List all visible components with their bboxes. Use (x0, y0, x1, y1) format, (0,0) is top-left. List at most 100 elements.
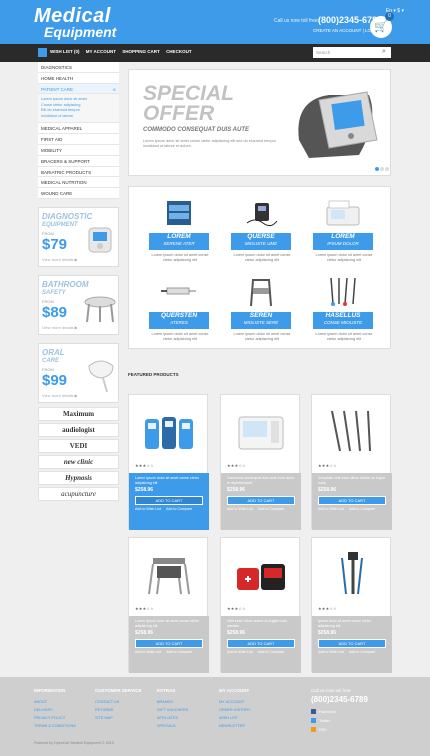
nav-checkout[interactable]: CHECKOUT (166, 49, 192, 54)
footer-link[interactable]: SPECIALS (157, 722, 227, 730)
category-medical-apparel[interactable]: MEDICAL APPAREL (38, 123, 119, 135)
footer-link[interactable]: ABOUT (34, 698, 104, 706)
nav-my-account[interactable]: MY ACCOUNT (86, 49, 116, 54)
product-price: $258.96 (227, 630, 246, 636)
category-diagnostics[interactable]: DIAGNOSTICS (38, 62, 119, 73)
hero-slider[interactable]: SPECIAL OFFER COMMODO CONSEQUAT DUIS AUT… (128, 69, 391, 176)
promo-diagnostic[interactable]: DIAGNOSTIC EQUIPMENT FROM $79 View more … (38, 207, 119, 267)
category-first-aid[interactable]: FIRST AID (38, 134, 119, 145)
product-card[interactable]: ★★★☆☆ Lorem ipsum dolor sit amet conse c… (128, 537, 209, 673)
add-to-wishlist-link[interactable]: Add to Wish List (227, 650, 253, 654)
logo-line2[interactable]: Equipment (44, 24, 116, 40)
add-to-wishlist-link[interactable]: Add to Wish List (135, 650, 161, 654)
add-to-compare-link[interactable]: Add to Compare (349, 650, 375, 654)
footer-link[interactable]: CONTACT US (95, 698, 165, 706)
promo-more-link[interactable]: View more details ▶ (42, 257, 78, 262)
search-input[interactable]: Search (313, 47, 391, 58)
product-name[interactable]: Lorem ipsum dolor sit amet conse ctetur … (135, 619, 203, 628)
footer-link[interactable]: WISH LIST (219, 714, 289, 722)
add-to-cart-button[interactable]: ADD TO CART (318, 496, 386, 505)
category-bariatric[interactable]: BARIATRIC PRODUCTS (38, 166, 119, 178)
brand-vedi[interactable]: VEDI (38, 439, 119, 453)
add-to-compare-link[interactable]: Add to Compare (258, 507, 284, 511)
add-to-wishlist-link[interactable]: Add to Wish List (227, 507, 253, 511)
grid-cell[interactable]: QUERSTEN ATERES Lorem ipsum dolor sit ame… (141, 274, 217, 344)
add-to-compare-link[interactable]: Add to Compare (349, 507, 375, 511)
product-name[interactable]: Commodo consequat duis aute irure dolor … (227, 476, 295, 485)
grid-description: Lorem ipsum dolor sit amet conse ctetur … (315, 332, 373, 341)
promo-more-link[interactable]: View more details ▶ (42, 325, 78, 330)
footer-link[interactable]: RETURNS (95, 706, 165, 714)
product-name[interactable]: Voluptate velit esse cillum dolore eu fu… (318, 476, 386, 485)
subcategory-list: Lorem ipsum dolor sit amet Conse ctetur … (38, 94, 119, 124)
bath-seat-icon (84, 296, 116, 323)
footer-link[interactable]: SITE MAP (95, 714, 165, 722)
footer-phone: (800)2345-6789 (311, 695, 368, 704)
product-card[interactable]: ★★★☆☆ Velit esse cillum dolore eu fugiat… (220, 537, 301, 673)
product-name[interactable]: Velit esse cillum dolore eu fugiat nulla… (227, 619, 295, 628)
product-name[interactable]: Lorem ipsum dolor sit amet conse ctetur … (135, 476, 203, 485)
footer-link[interactable]: PRIVACY POLICY (34, 714, 104, 722)
twitter-link[interactable]: Twitter (311, 718, 330, 723)
product-card[interactable]: ★★★☆☆ Commodo consequat duis aute irure … (220, 394, 301, 530)
slider-dot[interactable] (380, 167, 384, 171)
product-name[interactable]: Ipsum dolor sit amet conse ctetur adipis… (318, 619, 386, 628)
category-home-health[interactable]: HOME HEALTH (38, 72, 119, 84)
footer-link[interactable]: DELIVERY (34, 706, 104, 714)
add-to-cart-button[interactable]: ADD TO CART (318, 639, 386, 648)
subcategory-item[interactable]: Incididunt ut labore (41, 114, 116, 120)
search-icon[interactable]: ⌕ (382, 48, 390, 57)
brand-hypnosis[interactable]: Hypnosis (38, 471, 119, 485)
account-links[interactable]: CREATE AN ACCOUNT | LOGIN (313, 28, 379, 33)
home-icon[interactable] (38, 48, 47, 57)
category-bracers-support[interactable]: BRACERS & SUPPORT (38, 155, 119, 167)
footer-link[interactable]: BRANDS (157, 698, 227, 706)
category-nutrition[interactable]: MEDICAL NUTRITION (38, 177, 119, 189)
add-to-compare-link[interactable]: Add to Compare (166, 507, 192, 511)
add-to-cart-button[interactable]: ADD TO CART (135, 496, 203, 505)
brand-acupuncture[interactable]: acupuncture (38, 487, 119, 501)
ecg-monitor-icon (238, 416, 284, 450)
add-to-cart-button[interactable]: ADD TO CART (135, 639, 203, 648)
brand-maximum[interactable]: Maximum (38, 407, 119, 421)
product-card[interactable]: ★★★☆☆ Lorem ipsum dolor sit amet conse c… (128, 394, 209, 530)
add-to-cart-button[interactable]: ADD TO CART (227, 639, 295, 648)
footer-link[interactable]: NEWSLETTER (219, 722, 289, 730)
collapse-icon[interactable]: ⊖ (113, 87, 116, 92)
promo-oral-care[interactable]: ORAL CARE FROM $99 View more details ▶ (38, 343, 119, 403)
grid-cell[interactable]: QUERSE MIOLISTE UME Lorem ipsum dolor sit… (223, 195, 299, 265)
promo-more-link[interactable]: View more details ▶ (42, 393, 78, 398)
rss-link[interactable]: RSS (311, 727, 327, 732)
add-to-compare-link[interactable]: Add to Compare (166, 650, 192, 654)
copyright: Powered by OpenCart Medical Equipment © … (34, 741, 114, 745)
grid-cell[interactable]: LOREM IPSUM DOLOR Lorem ipsum dolor sit a… (305, 195, 381, 265)
add-to-wishlist-link[interactable]: Add to Wish List (318, 650, 344, 654)
grid-cell[interactable]: SEREN MIOLISTE SERE Lorem ipsum dolor sit… (223, 274, 299, 344)
footer-link[interactable]: MY ACCOUNT (219, 698, 289, 706)
slider-dot[interactable] (385, 167, 389, 171)
add-to-wishlist-link[interactable]: Add to Wish List (135, 507, 161, 511)
grid-cell[interactable]: HASELLUS CONSE MIOLISTE Lorem ipsum dolor… (305, 274, 381, 344)
add-to-wishlist-link[interactable]: Add to Wish List (318, 507, 344, 511)
grid-cell[interactable]: LOREM SERENE ATER Lorem ipsum dolor sit a… (141, 195, 217, 265)
footer-link[interactable]: GIFT VOUCHERS (157, 706, 227, 714)
footer-link[interactable]: TERMS & CONDITIONS (34, 722, 104, 730)
category-mobility[interactable]: MOBILITY (38, 144, 119, 156)
product-card[interactable]: ★★★☆☆ Ipsum dolor sit amet conse ctetur … (311, 537, 392, 673)
brand-new-clinic[interactable]: new clinic (38, 455, 119, 469)
facebook-link[interactable]: Facebook (311, 709, 336, 714)
nav-wishlist[interactable]: WISH LIST (0) (50, 49, 80, 54)
footer-link[interactable]: AFFILIATES (157, 714, 227, 722)
slider-dot-active[interactable] (375, 167, 379, 171)
product-card[interactable]: ★★★☆☆ Voluptate velit esse cillum dolore… (311, 394, 392, 530)
nav-shopping-cart[interactable]: SHOPPING CART (122, 49, 160, 54)
category-wound-care[interactable]: WOUND CARE (38, 188, 119, 199)
add-to-cart-button[interactable]: ADD TO CART (227, 496, 295, 505)
category-patient-care[interactable]: PATIENT CARE ⊖ (38, 83, 119, 95)
add-to-compare-link[interactable]: Add to Compare (258, 650, 284, 654)
promo-bathroom[interactable]: BATHROOM SAFETY FROM $89 View more detai… (38, 275, 119, 335)
category-grid: LOREM SERENE ATER Lorem ipsum dolor sit a… (128, 186, 391, 349)
footer-link[interactable]: ORDER HISTORY (219, 706, 289, 714)
brand-audiologist[interactable]: audiologist (38, 423, 119, 437)
promo-title: DIAGNOSTIC (42, 212, 93, 221)
